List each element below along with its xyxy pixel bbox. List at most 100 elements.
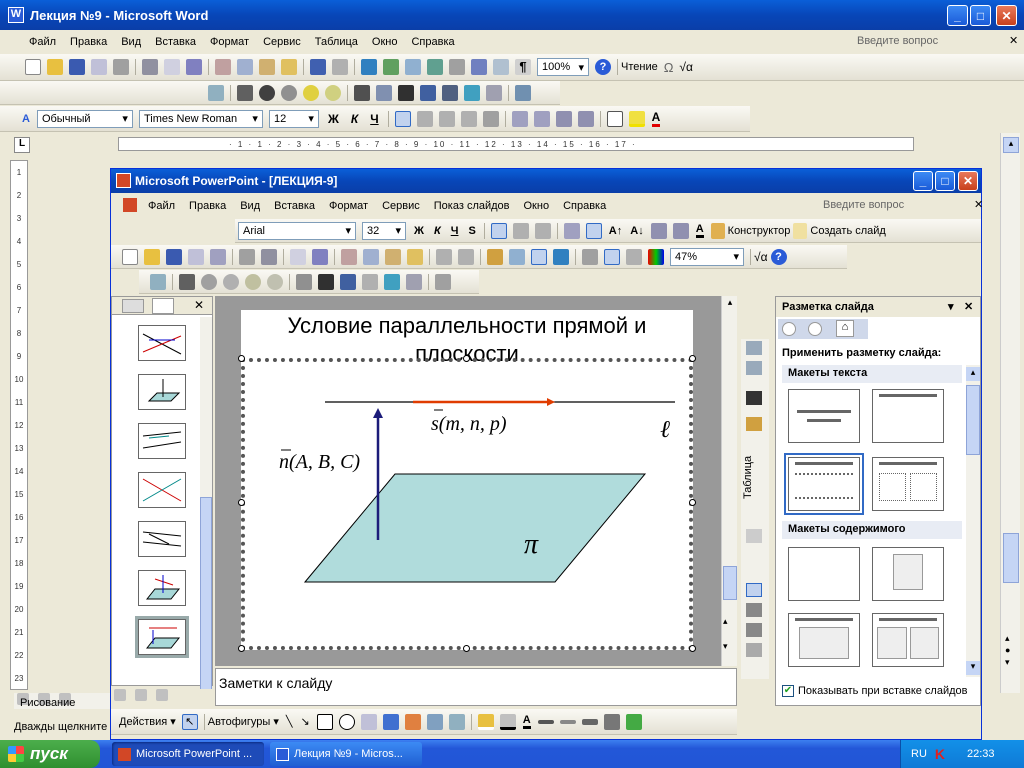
side-icon-3[interactable] [746, 391, 762, 405]
ppt-compress-icon[interactable] [340, 273, 356, 290]
side-icon-9[interactable] [746, 643, 762, 657]
ppt-bullets-icon[interactable] [585, 222, 602, 239]
3d-style-icon[interactable] [625, 713, 642, 730]
justify-icon[interactable] [460, 110, 477, 127]
ppt-italic-button[interactable]: К [434, 225, 441, 237]
spelling-icon[interactable] [164, 59, 180, 75]
ppt-minimize-button[interactable]: _ [913, 171, 933, 191]
slide-thumb-7[interactable] [138, 570, 186, 606]
insert-table-icon[interactable] [405, 59, 421, 75]
home-icon[interactable]: ⌂ [836, 320, 854, 337]
tables-borders-icon[interactable] [383, 59, 399, 75]
new-slide-button[interactable]: Создать слайд [810, 225, 885, 237]
ppt-equation-icon[interactable]: √α [754, 250, 768, 264]
antivirus-icon[interactable]: K [935, 746, 945, 762]
ppt-maximize-button[interactable]: □ [935, 171, 955, 191]
side-icon-1[interactable] [746, 341, 762, 355]
diagram-icon[interactable] [404, 713, 421, 730]
ppt-contrast-icon[interactable] [201, 273, 217, 290]
back-icon[interactable] [782, 322, 796, 336]
ppt-menu-window[interactable]: Окно [517, 200, 557, 212]
oval-tool-icon[interactable] [338, 713, 355, 730]
ppt-format-picture-icon[interactable] [384, 273, 400, 290]
slide-thumb-5[interactable] [138, 472, 186, 508]
size-select[interactable]: 12 ▾ [268, 109, 319, 128]
side-icon-4[interactable] [746, 417, 762, 431]
word-menu-view[interactable]: Вид [114, 36, 148, 48]
ppt-font-color-icon[interactable]: A [695, 223, 704, 238]
word-menu-edit[interactable]: Правка [63, 36, 114, 48]
prev-page-icon[interactable]: ▴ [1005, 633, 1010, 644]
decrease-indent-icon[interactable] [555, 110, 572, 127]
ppt-menu-slideshow[interactable]: Показ слайдов [427, 200, 517, 212]
word-maximize-button[interactable]: □ [970, 5, 991, 26]
sorter-view-icon[interactable] [135, 689, 148, 702]
reset-picture-icon[interactable] [515, 84, 531, 101]
set-transparent-icon[interactable] [486, 84, 502, 101]
slide-thumb-4[interactable] [138, 423, 186, 459]
language-indicator[interactable]: RU [911, 748, 927, 760]
read-mode-button[interactable]: Чтение [621, 61, 658, 73]
align-right-icon[interactable] [438, 110, 455, 127]
font-select[interactable]: Times New Roman ▾ [138, 109, 263, 128]
ppt-preview-icon[interactable] [261, 248, 277, 265]
ppt-align-right-icon[interactable] [534, 222, 551, 239]
new-doc-icon[interactable] [25, 59, 41, 75]
ppt-decrease-indent-icon[interactable] [650, 222, 667, 239]
border-icon[interactable] [606, 110, 623, 127]
ppt-open-icon[interactable] [144, 248, 160, 265]
ppt-reset-picture-icon[interactable] [435, 273, 451, 290]
normal-view-icon[interactable] [114, 689, 126, 702]
format-painter-icon[interactable] [281, 59, 297, 75]
ppt-spelling-icon[interactable] [290, 248, 306, 265]
task-pane-menu-icon[interactable]: ▾ [948, 300, 954, 313]
line-color-icon[interactable] [499, 713, 516, 730]
permission-icon[interactable] [91, 59, 107, 75]
insert-chart-icon[interactable] [487, 248, 503, 265]
tables-borders-ppt-icon[interactable] [531, 248, 547, 265]
layout-blank[interactable] [788, 547, 860, 601]
document-map-icon[interactable] [493, 59, 509, 75]
tab-stop-icon[interactable]: L [14, 137, 30, 153]
layout-title-only[interactable] [872, 389, 944, 443]
copy-icon[interactable] [237, 59, 253, 75]
layout-two-columns[interactable] [872, 457, 944, 511]
rectangle-tool-icon[interactable] [316, 713, 333, 730]
color-grayscale-icon[interactable] [648, 248, 664, 265]
scroll-up-icon[interactable]: ▴ [1003, 137, 1019, 153]
font-color-icon[interactable]: A [651, 110, 661, 127]
ppt-question-box[interactable]: Введите вопрос [816, 199, 911, 211]
textbox-tool-icon[interactable] [360, 713, 377, 730]
resize-handle[interactable] [238, 645, 245, 652]
resize-handle[interactable] [689, 645, 696, 652]
select-browse-icon[interactable]: ● [1005, 645, 1010, 655]
ppt-underline-button[interactable]: Ч [451, 225, 459, 237]
select-pointer-icon[interactable]: ↖ [181, 713, 198, 730]
ppt-undo-icon[interactable] [436, 248, 452, 265]
paste-icon[interactable] [259, 59, 275, 75]
layout-title-content[interactable] [788, 613, 860, 667]
help-icon[interactable]: ? [595, 59, 611, 75]
side-icon-6[interactable] [746, 583, 762, 597]
redo-icon[interactable] [332, 59, 348, 75]
side-icon-7[interactable] [746, 603, 762, 617]
numbering-icon[interactable] [511, 110, 528, 127]
grow-font-icon[interactable]: A↑ [609, 225, 622, 237]
picture-icon[interactable] [448, 713, 465, 730]
hyperlink-icon[interactable] [361, 59, 377, 75]
notes-pane[interactable]: Заметки к слайду [215, 668, 737, 706]
ppt-doc-icon[interactable] [123, 198, 137, 212]
more-contrast-icon[interactable] [259, 84, 275, 101]
dash-style-icon[interactable] [559, 719, 576, 724]
italic-button[interactable]: К [351, 112, 358, 126]
color-icon[interactable] [237, 84, 253, 101]
outline-tab[interactable] [122, 299, 144, 313]
word-menu-insert[interactable]: Вставка [148, 36, 203, 48]
equation-icon[interactable]: √α [679, 60, 693, 74]
style-select[interactable]: Обычный ▾ [36, 109, 133, 128]
word-question-box[interactable]: Введите вопрос [850, 35, 945, 47]
word-draw-menu[interactable]: Рисование [20, 697, 75, 709]
slides-tab[interactable] [152, 298, 174, 314]
ppt-redo-icon[interactable] [458, 248, 474, 265]
ppt-bold-button[interactable]: Ж [414, 225, 424, 237]
